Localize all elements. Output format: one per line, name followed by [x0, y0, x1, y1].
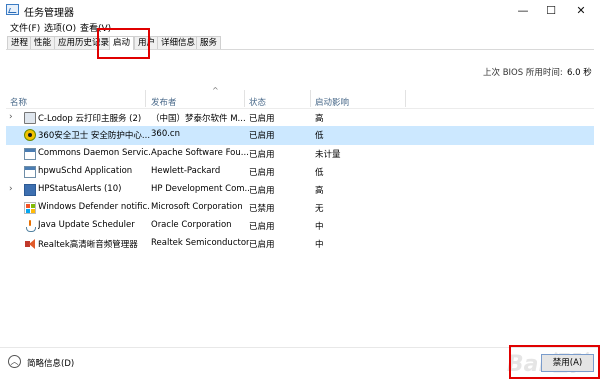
- column-header-publisher[interactable]: 发布者: [151, 96, 177, 108]
- row-publisher: Oracle Corporation: [151, 220, 232, 230]
- startup-tab-highlight: [97, 28, 150, 59]
- java-icon: [24, 220, 36, 232]
- row-publisher: （中国）梦泰尔软件 M...: [151, 114, 246, 124]
- column-header-status[interactable]: 状态: [249, 96, 266, 108]
- row-publisher: Hewlett-Packard: [151, 166, 221, 176]
- row-status: 已启用: [249, 114, 275, 124]
- maximize-button[interactable]: ☐: [536, 0, 566, 20]
- table-row[interactable]: › HPStatusAlerts (10) HP Development Com…: [6, 181, 594, 200]
- window-title: 任务管理器: [24, 8, 74, 19]
- bios-time-value: 6.0 秒: [567, 68, 592, 78]
- chevron-up-icon[interactable]: ︿: [8, 355, 21, 368]
- speaker-icon: [24, 238, 36, 250]
- row-name: Windows Defender notific...: [38, 202, 150, 212]
- row-name: hpwuSchd Application: [38, 166, 133, 176]
- expand-chevron-icon[interactable]: ›: [9, 184, 13, 194]
- hp-icon: [24, 184, 36, 196]
- column-header-name[interactable]: 名称: [10, 96, 27, 108]
- menu-file[interactable]: 文件(F): [10, 21, 40, 34]
- row-status: 已启用: [249, 186, 275, 196]
- table-row[interactable]: Realtek高清晰音频管理器 Realtek Semiconductor 已启…: [6, 235, 594, 254]
- row-name: C-Lodop 云打印主服务 (2): [38, 114, 142, 124]
- close-button[interactable]: ✕: [566, 0, 596, 20]
- row-status: 已启用: [249, 131, 275, 141]
- row-impact: 无: [315, 204, 324, 214]
- column-divider[interactable]: [405, 90, 406, 107]
- table-row[interactable]: Commons Daemon Servic... Apache Software…: [6, 145, 594, 164]
- row-name: Commons Daemon Servic...: [38, 148, 150, 158]
- row-publisher: Realtek Semiconductor: [151, 238, 249, 248]
- printer-icon: [24, 112, 36, 124]
- task-manager-icon: [6, 4, 19, 15]
- app-icon: [24, 148, 36, 160]
- row-publisher: 360.cn: [151, 129, 180, 139]
- row-impact: 未计量: [315, 150, 341, 160]
- menu-options[interactable]: 选项(O): [44, 21, 76, 34]
- row-status: 已启用: [249, 168, 275, 178]
- app-icon: [24, 166, 36, 178]
- table-row[interactable]: Java Update Scheduler Oracle Corporation…: [6, 217, 594, 236]
- row-publisher: Microsoft Corporation: [151, 202, 243, 212]
- table-row[interactable]: Windows Defender notific... Microsoft Co…: [6, 199, 594, 218]
- disable-button-highlight: [509, 345, 600, 379]
- row-status: 已启用: [249, 150, 275, 160]
- minimize-button[interactable]: —: [508, 0, 538, 20]
- row-impact: 低: [315, 131, 324, 141]
- row-impact: 高: [315, 114, 324, 124]
- tab-processes[interactable]: 进程: [7, 36, 33, 49]
- row-status: 已启用: [249, 240, 275, 250]
- less-details-link[interactable]: 简略信息(D): [27, 357, 74, 369]
- expand-chevron-icon[interactable]: ›: [9, 112, 13, 122]
- column-header-impact[interactable]: 启动影响: [315, 96, 349, 108]
- sort-ascending-icon: ^: [212, 86, 219, 95]
- tab-performance[interactable]: 性能: [30, 36, 56, 49]
- row-impact: 中: [315, 240, 324, 250]
- row-status: 已启用: [249, 222, 275, 232]
- row-publisher: HP Development Com...: [151, 184, 249, 194]
- table-row[interactable]: 360安全卫士 安全防护中心... 360.cn 已启用 低: [6, 126, 594, 145]
- 360-icon: [24, 129, 36, 141]
- row-name: HPStatusAlerts (10): [38, 184, 122, 194]
- column-divider[interactable]: [310, 90, 311, 107]
- row-impact: 高: [315, 186, 324, 196]
- row-impact: 中: [315, 222, 324, 232]
- row-publisher: Apache Software Fou...: [151, 148, 249, 158]
- row-name: Java Update Scheduler: [38, 220, 135, 230]
- tab-details[interactable]: 详细信息: [157, 36, 200, 49]
- column-divider[interactable]: [244, 90, 245, 107]
- bios-time-label: 上次 BIOS 所用时间:: [483, 68, 563, 78]
- row-name: 360安全卫士 安全防护中心...: [38, 131, 150, 141]
- row-status: 已禁用: [249, 204, 275, 214]
- row-impact: 低: [315, 168, 324, 178]
- table-row[interactable]: hpwuSchd Application Hewlett-Packard 已启用…: [6, 163, 594, 182]
- windows-defender-icon: [24, 202, 36, 214]
- tab-services[interactable]: 服务: [196, 36, 222, 49]
- column-divider[interactable]: [145, 90, 146, 107]
- row-name: Realtek高清晰音频管理器: [38, 240, 138, 250]
